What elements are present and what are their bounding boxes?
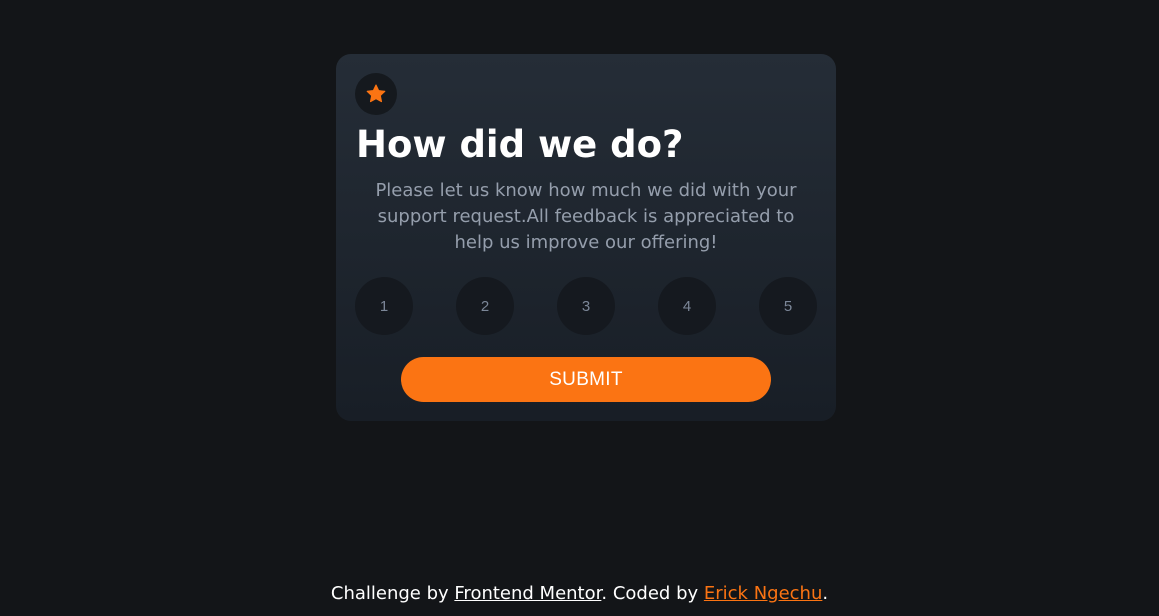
rating-button-2[interactable]: 2 — [456, 277, 514, 335]
card-title: How did we do? — [356, 123, 684, 166]
rating-card: How did we do? Please let us know how mu… — [336, 54, 836, 421]
rating-button-4[interactable]: 4 — [658, 277, 716, 335]
footer-middle: . Coded by — [601, 583, 704, 604]
star-icon — [366, 84, 386, 103]
footer-prefix: Challenge by — [330, 583, 455, 604]
rating-options: 1 2 3 4 5 — [355, 277, 817, 335]
rating-button-1[interactable]: 1 — [355, 277, 413, 335]
author-link[interactable]: Erick Ngechu — [704, 583, 823, 604]
star-icon-badge — [355, 73, 397, 115]
card-description: Please let us know how much we did with … — [375, 180, 797, 253]
attribution-footer: Challenge by Frontend Mentor. Coded by E… — [0, 580, 1159, 608]
footer-suffix: . — [822, 583, 829, 604]
rating-button-5[interactable]: 5 — [759, 277, 817, 335]
submit-button[interactable]: SUBMIT — [401, 357, 771, 402]
rating-button-3[interactable]: 3 — [557, 277, 615, 335]
frontend-mentor-link[interactable]: Frontend Mentor — [454, 583, 601, 604]
